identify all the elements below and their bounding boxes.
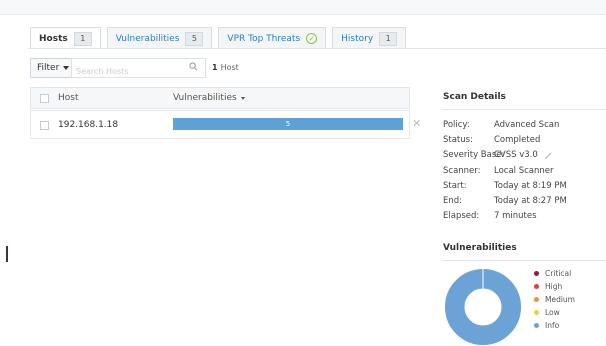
column-header-vulnerabilities-label: Vulnerabilities [173,93,237,103]
detail-row-status: Status: Completed [443,132,567,147]
detail-label: End: [443,196,463,207]
vulnerabilities-divider [443,260,606,261]
detail-row-end: End: Today at 8:27 PM [443,193,567,208]
tab-bar: Hosts 1 Vulnerabilities 5 VPR Top Threat… [30,27,407,49]
search-hosts-field[interactable] [71,58,206,80]
tab-history-label: History [341,33,374,44]
tab-hosts[interactable]: Hosts 1 [30,27,101,49]
legend-dot-high [534,284,539,289]
detail-row-policy: Policy: Advanced Scan [443,117,567,132]
tab-history-count: 1 [379,31,398,46]
legend-item-low[interactable]: Low [534,306,575,319]
scan-details-title: Scan Details [443,92,506,102]
column-header-vulnerabilities[interactable]: Vulnerabilities [173,93,245,103]
tab-hosts-label: Hosts [39,33,68,44]
tab-vulnerabilities-count: 5 [185,31,204,46]
legend-item-info[interactable]: Info [534,319,575,332]
sort-caret-icon [240,96,245,100]
row-host-ip[interactable]: 192.168.1.18 [58,120,118,130]
detail-label: Severity Base: [443,150,505,161]
filter-label: Filter [37,63,60,73]
host-count: 1 Host [212,63,239,72]
tab-hosts-count: 1 [73,31,92,46]
legend-dot-medium [534,297,539,302]
legend-label: Low [545,308,560,317]
legend-label: High [545,282,563,291]
legend-label: Medium [545,295,575,304]
legend-item-medium[interactable]: Medium [534,293,575,306]
tab-vulnerabilities-label: Vulnerabilities [115,33,180,44]
severity-base-value: CVSS v3.0 [494,150,538,161]
detail-row-start: Start: Today at 8:19 PM [443,178,567,193]
tab-vpr-top-threats[interactable]: VPR Top Threats ✓ [218,27,327,49]
detail-label: Policy: [443,119,470,130]
legend-label: Info [545,321,560,330]
legend-dot-critical [534,271,539,276]
select-all-checkbox[interactable] [40,94,49,103]
legend-item-critical[interactable]: Critical [534,267,575,280]
column-header-host[interactable]: Host [58,93,79,103]
table-header: Host Vulnerabilities [30,87,410,109]
detail-value: Completed [494,134,541,145]
search-input[interactable] [72,63,180,80]
vulnerability-count-label: 5 [285,120,291,128]
left-edge-marker [6,246,8,262]
host-count-number: 1 [212,63,218,72]
detail-value: Advanced Scan [494,119,560,130]
remove-row-icon[interactable]: ✕ [412,117,421,130]
legend-item-high[interactable]: High [534,280,575,293]
search-icon[interactable] [189,62,198,71]
vulnerabilities-panel-title: Vulnerabilities [443,243,517,253]
vulnerabilities-legend: Critical High Medium Low Info [534,267,575,332]
host-count-text: Host [220,63,239,72]
tab-vulnerabilities[interactable]: Vulnerabilities 5 [106,27,213,49]
detail-row-scanner: Scanner: Local Scanner [443,163,567,178]
row-checkbox[interactable] [40,121,49,130]
scan-details-list: Policy: Advanced Scan Status: Completed … [443,117,567,224]
detail-row-elapsed: Elapsed: 7 minutes [443,209,567,224]
check-circle-icon: ✓ [306,33,318,44]
detail-value: Today at 8:19 PM [494,180,567,191]
tab-history[interactable]: History 1 [332,27,407,49]
detail-value: 7 minutes [494,211,537,222]
tabs-divider [28,48,606,49]
detail-label: Status: [443,134,473,145]
detail-label: Start: [443,180,467,191]
scan-details-divider [443,109,606,110]
detail-label: Scanner: [443,165,481,176]
pencil-icon[interactable] [544,151,553,160]
top-strip [0,0,606,15]
detail-value-severity: CVSS v3.0 [494,150,553,160]
caret-down-icon [63,66,70,70]
vulnerabilities-donut-chart[interactable] [444,268,522,346]
vulnerability-count-bar[interactable]: 5 [173,118,403,130]
detail-value: Today at 8:27 PM [494,196,567,207]
detail-value: Local Scanner [494,165,554,176]
detail-row-severity-base: Severity Base: CVSS v3.0 [443,148,567,163]
filter-dropdown[interactable]: Filter [30,58,77,78]
table-row[interactable]: 192.168.1.18 5 [30,110,410,139]
legend-label: Critical [545,269,572,278]
legend-dot-info [534,323,539,328]
detail-label: Elapsed: [443,211,480,222]
legend-dot-low [534,310,539,315]
tab-vpr-label: VPR Top Threats [227,33,301,44]
